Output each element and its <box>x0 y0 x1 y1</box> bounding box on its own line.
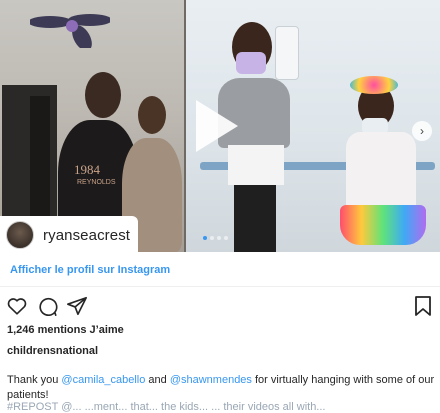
hair-bows <box>350 76 398 94</box>
ceiling-fan-icon <box>30 14 110 48</box>
bookmark-icon[interactable] <box>413 295 433 317</box>
carousel-dot <box>210 236 214 240</box>
share-icon[interactable] <box>66 295 88 317</box>
carousel-dot <box>203 236 207 240</box>
chevron-right-icon[interactable]: › <box>412 121 432 141</box>
tutu <box>340 205 426 245</box>
shirt-text-1984: 1984 <box>74 162 100 177</box>
avatar[interactable] <box>6 221 34 249</box>
carousel-dot <box>224 236 228 240</box>
divider <box>0 286 440 287</box>
mention-link[interactable]: @camila_cabello <box>61 374 145 386</box>
action-bar <box>6 295 88 317</box>
user-header[interactable]: ryanseacrest <box>0 216 138 252</box>
caption: Thank you @camila_cabello and @shawnmend… <box>7 373 435 403</box>
caption-text: Thank you <box>7 374 62 386</box>
caption-text: and <box>145 374 170 386</box>
comment-icon[interactable] <box>36 295 58 317</box>
girl1-legs <box>234 185 276 252</box>
face-mask <box>236 52 266 74</box>
account-name[interactable]: childrensnational <box>7 345 98 357</box>
split-divider <box>184 0 186 252</box>
mention-link[interactable]: @shawnmendes <box>170 374 252 386</box>
carousel-dots <box>203 236 228 240</box>
view-profile-link[interactable]: Afficher le profil sur Instagram <box>10 264 170 276</box>
head-right <box>138 96 166 134</box>
video-left-pane: 1984 REYNOLDS <box>0 0 185 252</box>
wall-dispenser <box>275 26 299 80</box>
heart-icon[interactable] <box>6 295 28 317</box>
shirt-subtext: REYNOLDS <box>77 179 116 186</box>
girl2-shirt <box>346 132 416 212</box>
username[interactable]: ryanseacrest <box>43 227 130 244</box>
play-icon[interactable] <box>196 100 238 152</box>
likes-count[interactable]: 1,246 mentions J’aime <box>7 324 124 336</box>
carousel-dot <box>217 236 221 240</box>
head-left <box>85 72 121 118</box>
caption-cutoff: #REPOST @... ...ment... that... the kids… <box>7 401 326 413</box>
instagram-embed: 1984 REYNOLDS › ryanseacrest Afficher le… <box>0 0 440 413</box>
video-media[interactable]: 1984 REYNOLDS › ryanseacrest <box>0 0 440 252</box>
